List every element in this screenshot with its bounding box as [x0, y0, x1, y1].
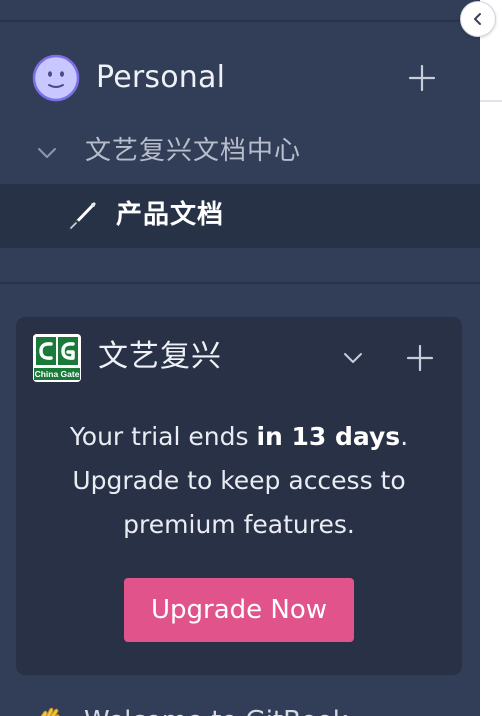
trial-suffix: . [400, 422, 409, 451]
trial-line-1: Your trial ends in 13 days. [26, 415, 452, 459]
content-area-edge [480, 0, 502, 716]
welcome-item[interactable]: Welcome to GitBook [0, 700, 480, 716]
collection-label: 文艺复兴文档中心 [85, 136, 302, 166]
document-item-selected[interactable]: 产品文档 [0, 184, 480, 248]
trial-line-2: Upgrade to keep access to [72, 466, 406, 495]
trial-prefix: Your trial ends [69, 422, 257, 451]
welcome-label: Welcome to GitBook [84, 704, 348, 716]
organization-card: China Gate 文艺复兴 Your trial ends in 13 da… [16, 317, 462, 675]
organization-name: 文艺复兴 [98, 339, 222, 374]
chevron-down-icon[interactable] [36, 142, 58, 164]
content-header-divider [480, 100, 502, 102]
waving-hand-icon [40, 707, 60, 716]
pen-icon [67, 202, 96, 232]
collapse-sidebar-button[interactable] [460, 1, 496, 37]
organization-chevron-down-icon[interactable] [342, 347, 364, 369]
add-space-plus-icon[interactable] [406, 62, 438, 94]
chevron-left-icon [474, 13, 481, 25]
space-header[interactable]: Personal [0, 50, 480, 106]
smiley-face-icon [32, 54, 80, 102]
collection-item[interactable]: 文艺复兴文档中心 [0, 130, 480, 174]
organization-plus-icon[interactable] [404, 342, 436, 374]
upgrade-now-button[interactable]: Upgrade Now [124, 578, 354, 642]
sidebar: Personal 文艺复兴文档中心 产品文档 China Gate 文艺复兴 Y… [0, 0, 480, 716]
space-title: Personal [96, 60, 226, 95]
organization-logo: China Gate [33, 334, 81, 382]
china-gate-logo-icon: China Gate [33, 334, 81, 382]
logo-subtext: China Gate [35, 369, 80, 379]
trial-days-highlight: in 13 days [256, 422, 401, 451]
document-label: 产品文档 [116, 200, 225, 230]
section-divider [0, 282, 480, 284]
top-divider [0, 20, 480, 22]
trial-line-3: premium features. [123, 510, 355, 539]
trial-message: Your trial ends in 13 days. Upgrade to k… [26, 415, 452, 547]
